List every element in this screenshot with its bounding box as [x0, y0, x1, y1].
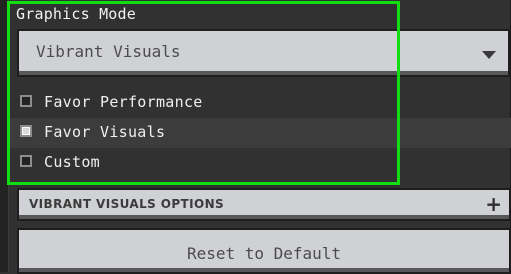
favor-visuals-checkbox[interactable] [20, 125, 32, 137]
option-label: Favor Visuals [44, 123, 166, 141]
vibrant-visuals-options-header[interactable]: VIBRANT VISUALS OPTIONS + [17, 188, 511, 221]
option-favor-performance[interactable]: Favor Performance [9, 88, 511, 118]
reset-button-label: Reset to Default [186, 244, 342, 263]
reset-to-default-button[interactable]: Reset to Default [17, 228, 511, 274]
graphics-mode-selected-value: Vibrant Visuals [36, 42, 181, 61]
favor-performance-checkbox[interactable] [20, 95, 32, 107]
option-favor-visuals[interactable]: Favor Visuals [9, 118, 511, 148]
plus-icon: + [485, 192, 502, 216]
option-label: Custom [44, 153, 100, 171]
chevron-down-icon [482, 51, 496, 59]
panel-left-edge [0, 0, 9, 272]
option-label: Favor Performance [44, 93, 203, 111]
graphics-mode-title: Graphics Mode [16, 5, 136, 23]
option-custom[interactable]: Custom [9, 148, 511, 178]
graphics-mode-dropdown[interactable]: Vibrant Visuals [17, 29, 510, 77]
vibrant-visuals-options-label: VIBRANT VISUALS OPTIONS [29, 197, 225, 211]
custom-checkbox[interactable] [20, 155, 32, 167]
